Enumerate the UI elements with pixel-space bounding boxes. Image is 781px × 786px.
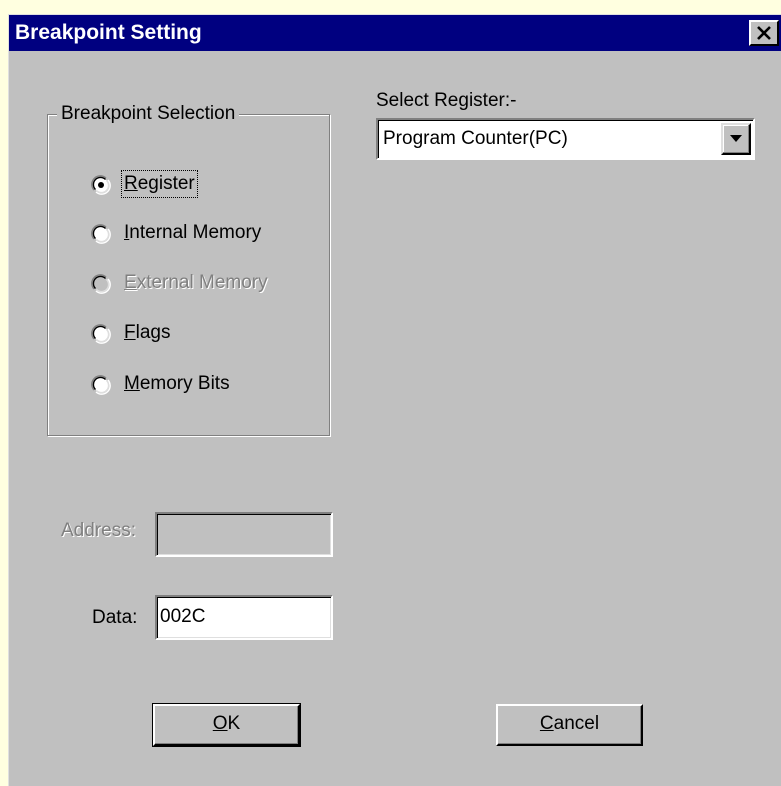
breakpoint-selection-legend: Breakpoint Selection [57,101,240,127]
radio-button-checked-icon[interactable] [91,175,111,195]
address-label: Address: [61,520,136,541]
close-button[interactable] [749,20,779,46]
radio-external-memory-label: External Memory [124,272,268,293]
dropdown-button[interactable] [721,123,751,155]
address-input[interactable] [155,512,333,557]
title-bar[interactable]: Breakpoint Setting [9,15,781,51]
chevron-down-icon [730,135,742,142]
data-input[interactable]: 002C [155,595,333,640]
select-register-dropdown[interactable]: Program Counter(PC) [376,118,755,160]
radio-button-icon[interactable] [91,224,111,244]
radio-memory-bits-label: Memory Bits [124,373,230,394]
radio-flags-label: Flags [124,322,171,343]
select-register-label: Select Register:- [376,90,517,111]
breakpoint-setting-dialog: Breakpoint Setting Breakpoint Selection … [8,14,781,786]
ok-button[interactable]: OK [152,703,301,747]
radio-button-icon[interactable] [91,324,111,344]
data-label: Data: [92,607,138,628]
window-title: Breakpoint Setting [15,21,202,44]
select-register-value: Program Counter(PC) [383,128,568,149]
radio-button-icon[interactable] [91,375,111,395]
radio-register-label: Register [121,170,198,198]
close-icon [757,26,771,40]
radio-internal-memory-label: Internal Memory [124,222,262,243]
radio-button-disabled-icon[interactable] [91,274,111,294]
cancel-button[interactable]: Cancel [496,704,643,746]
